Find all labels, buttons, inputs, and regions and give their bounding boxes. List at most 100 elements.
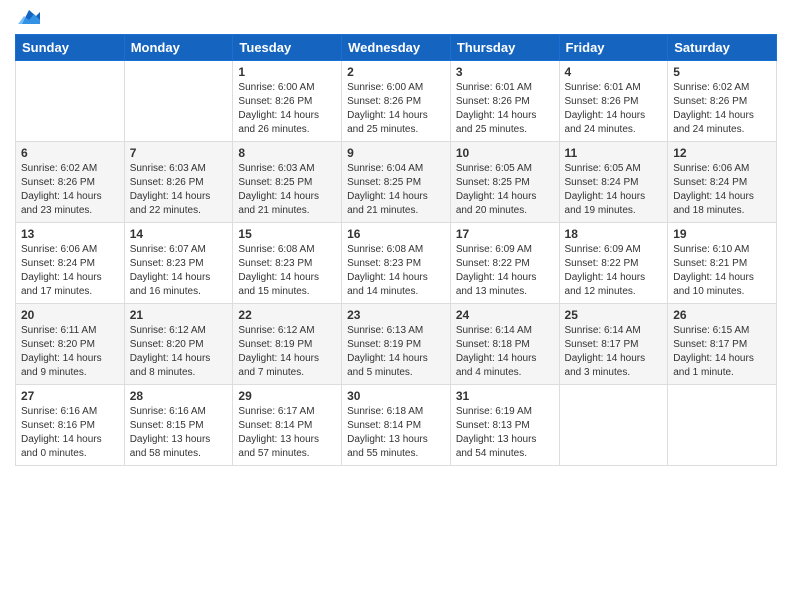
day-number: 1: [238, 65, 336, 79]
calendar-cell: 10 Sunrise: 6:05 AM Sunset: 8:25 PM Dayli…: [450, 142, 559, 223]
calendar-cell: [16, 61, 125, 142]
day-number: 7: [130, 146, 228, 160]
cell-info: Sunrise: 6:03 AM Sunset: 8:25 PM Dayligh…: [238, 162, 336, 218]
cell-info: Sunrise: 6:11 AM Sunset: 8:20 PM Dayligh…: [21, 324, 119, 380]
day-number: 16: [347, 227, 445, 241]
cell-info: Sunrise: 6:17 AM Sunset: 8:14 PM Dayligh…: [238, 405, 336, 461]
calendar-cell: 11 Sunrise: 6:05 AM Sunset: 8:24 PM Dayli…: [559, 142, 668, 223]
calendar-week-row: 1 Sunrise: 6:00 AM Sunset: 8:26 PM Daylig…: [16, 61, 777, 142]
calendar-cell: 16 Sunrise: 6:08 AM Sunset: 8:23 PM Dayli…: [342, 223, 451, 304]
day-number: 5: [673, 65, 771, 79]
cell-info: Sunrise: 6:12 AM Sunset: 8:19 PM Dayligh…: [238, 324, 336, 380]
calendar-cell: [668, 385, 777, 466]
day-number: 19: [673, 227, 771, 241]
cell-info: Sunrise: 6:16 AM Sunset: 8:16 PM Dayligh…: [21, 405, 119, 461]
weekday-header-sunday: Sunday: [16, 35, 125, 61]
calendar: SundayMondayTuesdayWednesdayThursdayFrid…: [15, 34, 777, 466]
calendar-cell: 22 Sunrise: 6:12 AM Sunset: 8:19 PM Dayli…: [233, 304, 342, 385]
weekday-header-tuesday: Tuesday: [233, 35, 342, 61]
day-number: 23: [347, 308, 445, 322]
cell-info: Sunrise: 6:06 AM Sunset: 8:24 PM Dayligh…: [21, 243, 119, 299]
day-number: 8: [238, 146, 336, 160]
calendar-week-row: 13 Sunrise: 6:06 AM Sunset: 8:24 PM Dayli…: [16, 223, 777, 304]
calendar-cell: 27 Sunrise: 6:16 AM Sunset: 8:16 PM Dayli…: [16, 385, 125, 466]
day-number: 31: [456, 389, 554, 403]
calendar-cell: 9 Sunrise: 6:04 AM Sunset: 8:25 PM Daylig…: [342, 142, 451, 223]
calendar-cell: 1 Sunrise: 6:00 AM Sunset: 8:26 PM Daylig…: [233, 61, 342, 142]
day-number: 9: [347, 146, 445, 160]
calendar-cell: 23 Sunrise: 6:13 AM Sunset: 8:19 PM Dayli…: [342, 304, 451, 385]
cell-info: Sunrise: 6:02 AM Sunset: 8:26 PM Dayligh…: [21, 162, 119, 218]
day-number: 12: [673, 146, 771, 160]
calendar-cell: 25Sunrise: 6:14 AM Sunset: 8:17 PM Dayli…: [559, 304, 668, 385]
calendar-cell: 13 Sunrise: 6:06 AM Sunset: 8:24 PM Dayli…: [16, 223, 125, 304]
calendar-cell: 19 Sunrise: 6:10 AM Sunset: 8:21 PM Dayli…: [668, 223, 777, 304]
cell-info: Sunrise: 6:02 AM Sunset: 8:26 PM Dayligh…: [673, 81, 771, 137]
day-number: 10: [456, 146, 554, 160]
cell-info: Sunrise: 6:06 AM Sunset: 8:24 PM Dayligh…: [673, 162, 771, 218]
calendar-cell: 26 Sunrise: 6:15 AM Sunset: 8:17 PM Dayli…: [668, 304, 777, 385]
calendar-cell: 5 Sunrise: 6:02 AM Sunset: 8:26 PM Daylig…: [668, 61, 777, 142]
cell-info: Sunrise: 6:00 AM Sunset: 8:26 PM Dayligh…: [238, 81, 336, 137]
calendar-cell: 20Sunrise: 6:11 AM Sunset: 8:20 PM Dayli…: [16, 304, 125, 385]
day-number: 2: [347, 65, 445, 79]
day-number: 29: [238, 389, 336, 403]
cell-info: Sunrise: 6:16 AM Sunset: 8:15 PM Dayligh…: [130, 405, 228, 461]
cell-info: Sunrise: 6:08 AM Sunset: 8:23 PM Dayligh…: [347, 243, 445, 299]
weekday-header-thursday: Thursday: [450, 35, 559, 61]
day-number: 26: [673, 308, 771, 322]
calendar-cell: 3Sunrise: 6:01 AM Sunset: 8:26 PM Daylig…: [450, 61, 559, 142]
calendar-cell: 18Sunrise: 6:09 AM Sunset: 8:22 PM Dayli…: [559, 223, 668, 304]
cell-info: Sunrise: 6:03 AM Sunset: 8:26 PM Dayligh…: [130, 162, 228, 218]
weekday-header-friday: Friday: [559, 35, 668, 61]
calendar-cell: 15 Sunrise: 6:08 AM Sunset: 8:23 PM Dayli…: [233, 223, 342, 304]
cell-info: Sunrise: 6:13 AM Sunset: 8:19 PM Dayligh…: [347, 324, 445, 380]
calendar-cell: 7 Sunrise: 6:03 AM Sunset: 8:26 PM Daylig…: [124, 142, 233, 223]
day-number: 30: [347, 389, 445, 403]
calendar-cell: 2 Sunrise: 6:00 AM Sunset: 8:26 PM Daylig…: [342, 61, 451, 142]
day-number: 24: [456, 308, 554, 322]
calendar-week-row: 20Sunrise: 6:11 AM Sunset: 8:20 PM Dayli…: [16, 304, 777, 385]
cell-info: Sunrise: 6:09 AM Sunset: 8:22 PM Dayligh…: [456, 243, 554, 299]
calendar-cell: [124, 61, 233, 142]
calendar-week-row: 27 Sunrise: 6:16 AM Sunset: 8:16 PM Dayli…: [16, 385, 777, 466]
cell-info: Sunrise: 6:19 AM Sunset: 8:13 PM Dayligh…: [456, 405, 554, 461]
cell-info: Sunrise: 6:12 AM Sunset: 8:20 PM Dayligh…: [130, 324, 228, 380]
calendar-cell: [559, 385, 668, 466]
cell-info: Sunrise: 6:05 AM Sunset: 8:25 PM Dayligh…: [456, 162, 554, 218]
calendar-cell: 12 Sunrise: 6:06 AM Sunset: 8:24 PM Dayli…: [668, 142, 777, 223]
cell-info: Sunrise: 6:10 AM Sunset: 8:21 PM Dayligh…: [673, 243, 771, 299]
calendar-cell: 21 Sunrise: 6:12 AM Sunset: 8:20 PM Dayli…: [124, 304, 233, 385]
logo: [15, 10, 40, 28]
cell-info: Sunrise: 6:07 AM Sunset: 8:23 PM Dayligh…: [130, 243, 228, 299]
calendar-cell: 6 Sunrise: 6:02 AM Sunset: 8:26 PM Daylig…: [16, 142, 125, 223]
calendar-cell: 4Sunrise: 6:01 AM Sunset: 8:26 PM Daylig…: [559, 61, 668, 142]
calendar-cell: 29 Sunrise: 6:17 AM Sunset: 8:14 PM Dayli…: [233, 385, 342, 466]
cell-info: Sunrise: 6:05 AM Sunset: 8:24 PM Dayligh…: [565, 162, 663, 218]
day-number: 13: [21, 227, 119, 241]
day-number: 21: [130, 308, 228, 322]
cell-info: Sunrise: 6:18 AM Sunset: 8:14 PM Dayligh…: [347, 405, 445, 461]
cell-info: Sunrise: 6:09 AM Sunset: 8:22 PM Dayligh…: [565, 243, 663, 299]
cell-info: Sunrise: 6:01 AM Sunset: 8:26 PM Dayligh…: [456, 81, 554, 137]
day-number: 11: [565, 146, 663, 160]
day-number: 28: [130, 389, 228, 403]
day-number: 15: [238, 227, 336, 241]
calendar-cell: 30 Sunrise: 6:18 AM Sunset: 8:14 PM Dayli…: [342, 385, 451, 466]
logo-icon: [18, 6, 40, 28]
day-number: 22: [238, 308, 336, 322]
cell-info: Sunrise: 6:14 AM Sunset: 8:18 PM Dayligh…: [456, 324, 554, 380]
cell-info: Sunrise: 6:15 AM Sunset: 8:17 PM Dayligh…: [673, 324, 771, 380]
cell-info: Sunrise: 6:08 AM Sunset: 8:23 PM Dayligh…: [238, 243, 336, 299]
calendar-cell: 8 Sunrise: 6:03 AM Sunset: 8:25 PM Daylig…: [233, 142, 342, 223]
calendar-cell: 31 Sunrise: 6:19 AM Sunset: 8:13 PM Dayli…: [450, 385, 559, 466]
cell-info: Sunrise: 6:00 AM Sunset: 8:26 PM Dayligh…: [347, 81, 445, 137]
weekday-header-monday: Monday: [124, 35, 233, 61]
cell-info: Sunrise: 6:04 AM Sunset: 8:25 PM Dayligh…: [347, 162, 445, 218]
calendar-week-row: 6 Sunrise: 6:02 AM Sunset: 8:26 PM Daylig…: [16, 142, 777, 223]
day-number: 6: [21, 146, 119, 160]
day-number: 27: [21, 389, 119, 403]
weekday-header-row: SundayMondayTuesdayWednesdayThursdayFrid…: [16, 35, 777, 61]
weekday-header-saturday: Saturday: [668, 35, 777, 61]
day-number: 14: [130, 227, 228, 241]
